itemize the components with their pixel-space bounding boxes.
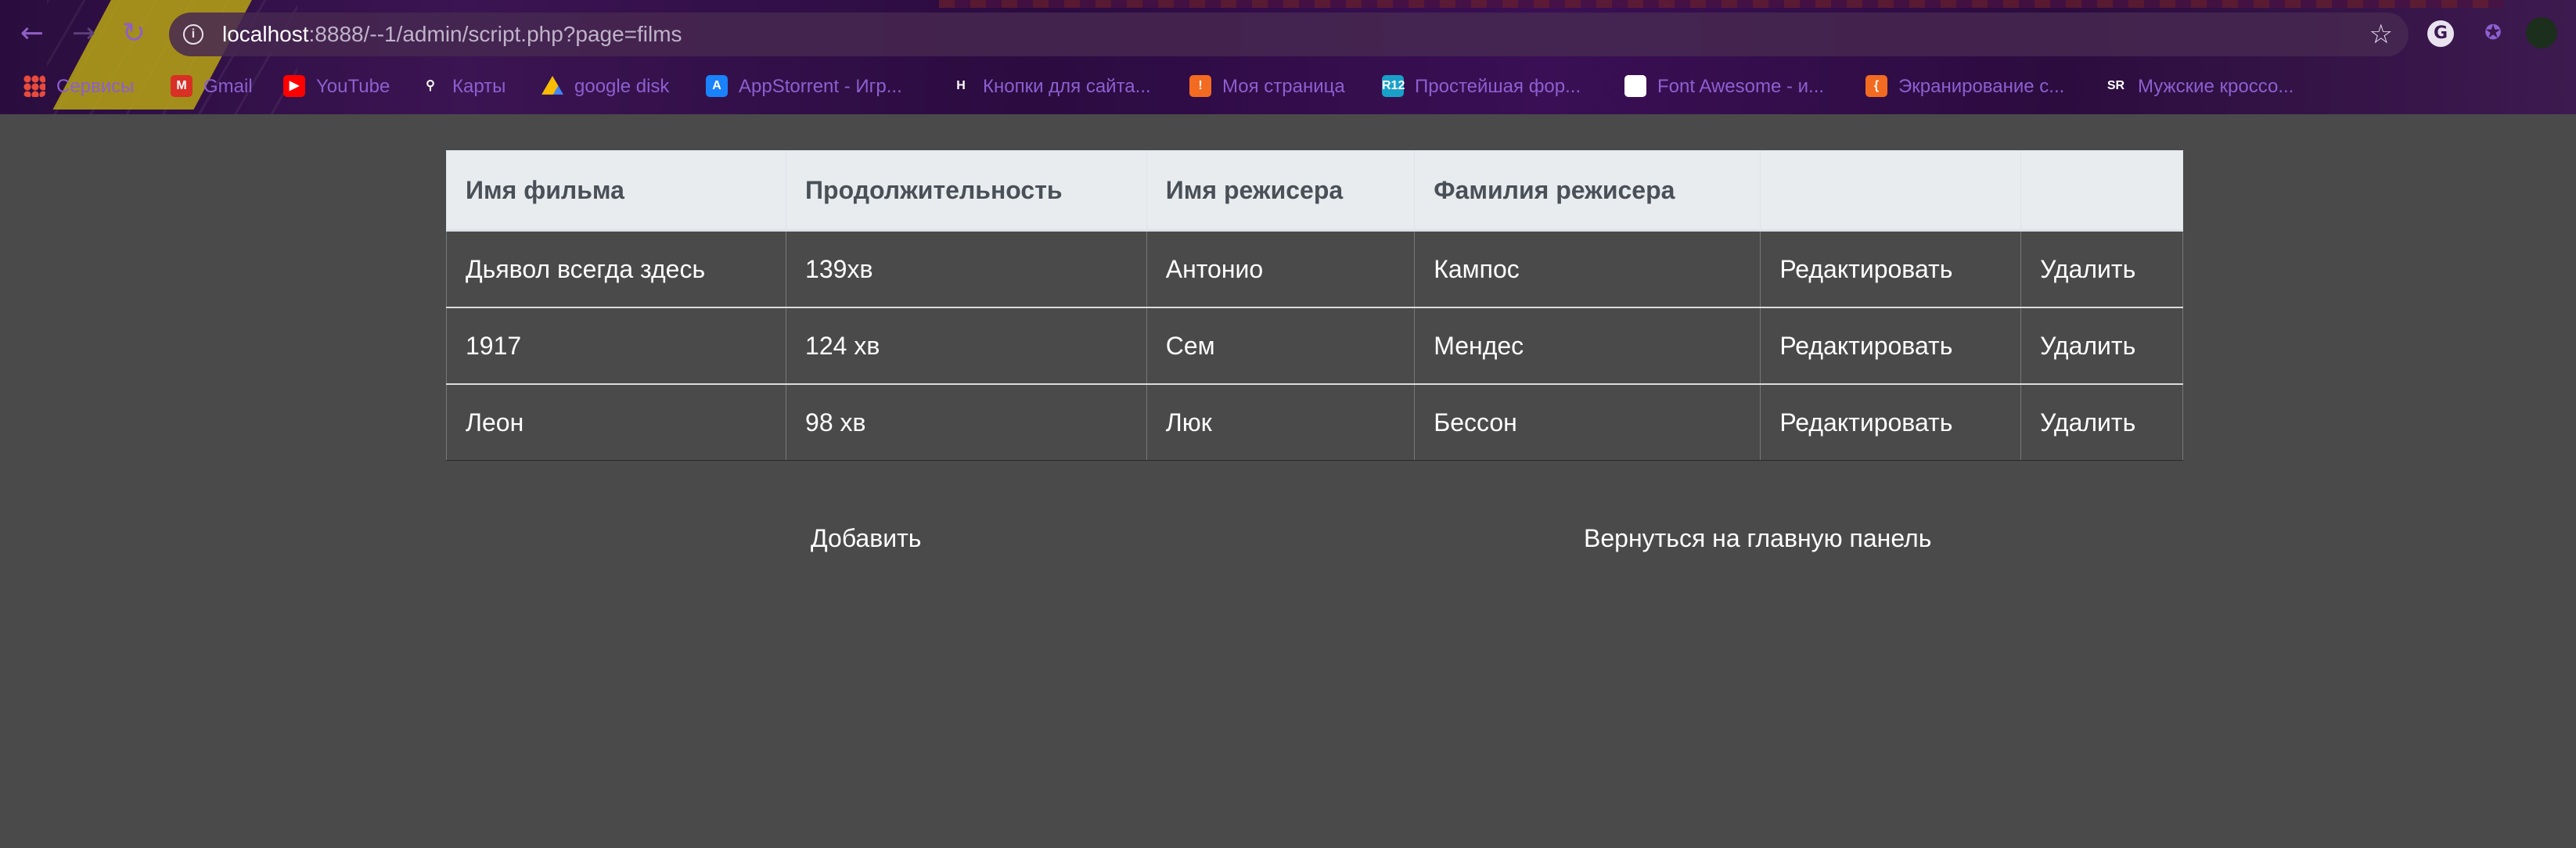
maps-pin-icon: ⚲ <box>426 78 435 92</box>
bookmark-item[interactable]: R12 Простейшая фор... <box>1382 69 1581 105</box>
header-delete <box>2020 150 2183 232</box>
edit-link[interactable]: Редактировать <box>1760 229 2022 308</box>
table-row: 1917 124 хв Сем Мендес Редактировать Уда… <box>445 307 2183 385</box>
browser-chrome: ← → ↻ i localhost:8888/--1/admin/script.… <box>0 0 2576 114</box>
extensions-puzzle-icon[interactable]: ✪ <box>2477 17 2509 49</box>
bookmark-item[interactable]: H Кнопки для сайта... <box>950 69 1150 105</box>
youtube-icon: ▶ <box>283 74 305 97</box>
bookmarks-bar: Сервисы M Gmail ▶ YouTube ⚲ Карты google di… <box>0 69 2576 105</box>
bookmark-item[interactable]: SR Мужские кроссо... <box>2105 69 2294 105</box>
cell-film-name: 1917 <box>445 307 787 385</box>
info-icon[interactable]: i <box>183 24 203 45</box>
bookmark-star-icon[interactable]: ☆ <box>2369 19 2393 50</box>
bookmark-item[interactable]: {Экранирование с... <box>1865 69 2064 105</box>
films-content: Имя фильма Продолжительность Имя режисер… <box>445 150 2183 461</box>
bookmark-item[interactable]: ⚑ Font Awesome - и... <box>1624 69 1824 105</box>
cell-director-last-name: Мендес <box>1414 307 1761 385</box>
table-header-row: Имя фильма Продолжительность Имя режисер… <box>445 150 2183 232</box>
cell-director-last-name: Бессон <box>1414 383 1761 461</box>
header-edit <box>1760 150 2022 232</box>
gmail-icon: M <box>171 74 192 97</box>
cell-duration: 98 хв <box>786 383 1147 461</box>
grammarly-extension-icon[interactable]: G <box>2427 20 2454 47</box>
cell-film-name: Дьявол всегда здесь <box>445 229 787 308</box>
cell-duration: 139хв <box>786 229 1147 308</box>
snr-icon: SR <box>2106 78 2125 92</box>
bookmark-item[interactable]: ⚲ Карты <box>419 69 505 105</box>
address-bar[interactable]: i localhost:8888/--1/admin/script.php?pa… <box>169 13 2409 56</box>
apps-grid-icon <box>23 74 45 97</box>
bookmark-item[interactable]: google disk <box>541 69 669 105</box>
edit-link[interactable]: Редактировать <box>1760 307 2022 385</box>
orange-hex-icon: { <box>1865 74 1887 97</box>
buttons-site-icon: H <box>956 78 966 92</box>
r12-icon: R12 <box>1382 74 1405 97</box>
reload-icon[interactable]: ↻ <box>117 17 150 50</box>
add-film-link[interactable]: Добавить <box>811 524 921 553</box>
forward-arrow-icon[interactable]: → <box>67 17 100 50</box>
bookmark-item[interactable]: Сервисы <box>23 69 134 105</box>
cell-director-last-name: Кампос <box>1414 229 1761 308</box>
appstore-icon: A <box>706 74 728 97</box>
cell-director-first-name: Сем <box>1146 307 1416 385</box>
flag-icon: ⚑ <box>1624 74 1646 97</box>
cell-director-first-name: Люк <box>1146 383 1416 461</box>
header-director-first-name: Имя режисера <box>1146 150 1416 232</box>
edit-link[interactable]: Редактировать <box>1760 383 2022 461</box>
table-row: Дьявол всегда здесь 139хв Антонио Кампос… <box>445 229 2183 308</box>
delete-link[interactable]: Удалить <box>2020 229 2183 308</box>
profile-avatar[interactable] <box>2526 17 2557 49</box>
bookmark-item[interactable]: M Gmail <box>171 69 253 105</box>
bookmark-item[interactable]: ! Моя страница <box>1189 69 1345 105</box>
theme-decoration <box>939 0 2504 8</box>
cell-director-first-name: Антонио <box>1146 229 1416 308</box>
back-to-main-panel-link[interactable]: Вернуться на главную панель <box>1584 524 1931 553</box>
google-drive-icon <box>541 76 563 95</box>
delete-link[interactable]: Удалить <box>2020 383 2183 461</box>
url-text[interactable]: localhost:8888/--1/admin/script.php?page… <box>222 22 682 47</box>
delete-link[interactable]: Удалить <box>2020 307 2183 385</box>
bookmark-item[interactable]: A AppStorrent - Игр... <box>706 69 902 105</box>
back-arrow-icon[interactable]: ← <box>16 17 49 50</box>
cell-duration: 124 хв <box>786 307 1147 385</box>
orange-hex-icon: ! <box>1189 74 1211 97</box>
bookmark-item[interactable]: ▶ YouTube <box>283 69 390 105</box>
films-table: Имя фильма Продолжительность Имя режисер… <box>445 150 2183 461</box>
header-film-name: Имя фильма <box>445 150 787 232</box>
header-duration: Продолжительность <box>786 150 1147 232</box>
cell-film-name: Леон <box>445 383 787 461</box>
header-director-last-name: Фамилия режисера <box>1414 150 1761 232</box>
table-row: Леон 98 хв Люк Бессон Редактировать Удал… <box>445 383 2183 461</box>
